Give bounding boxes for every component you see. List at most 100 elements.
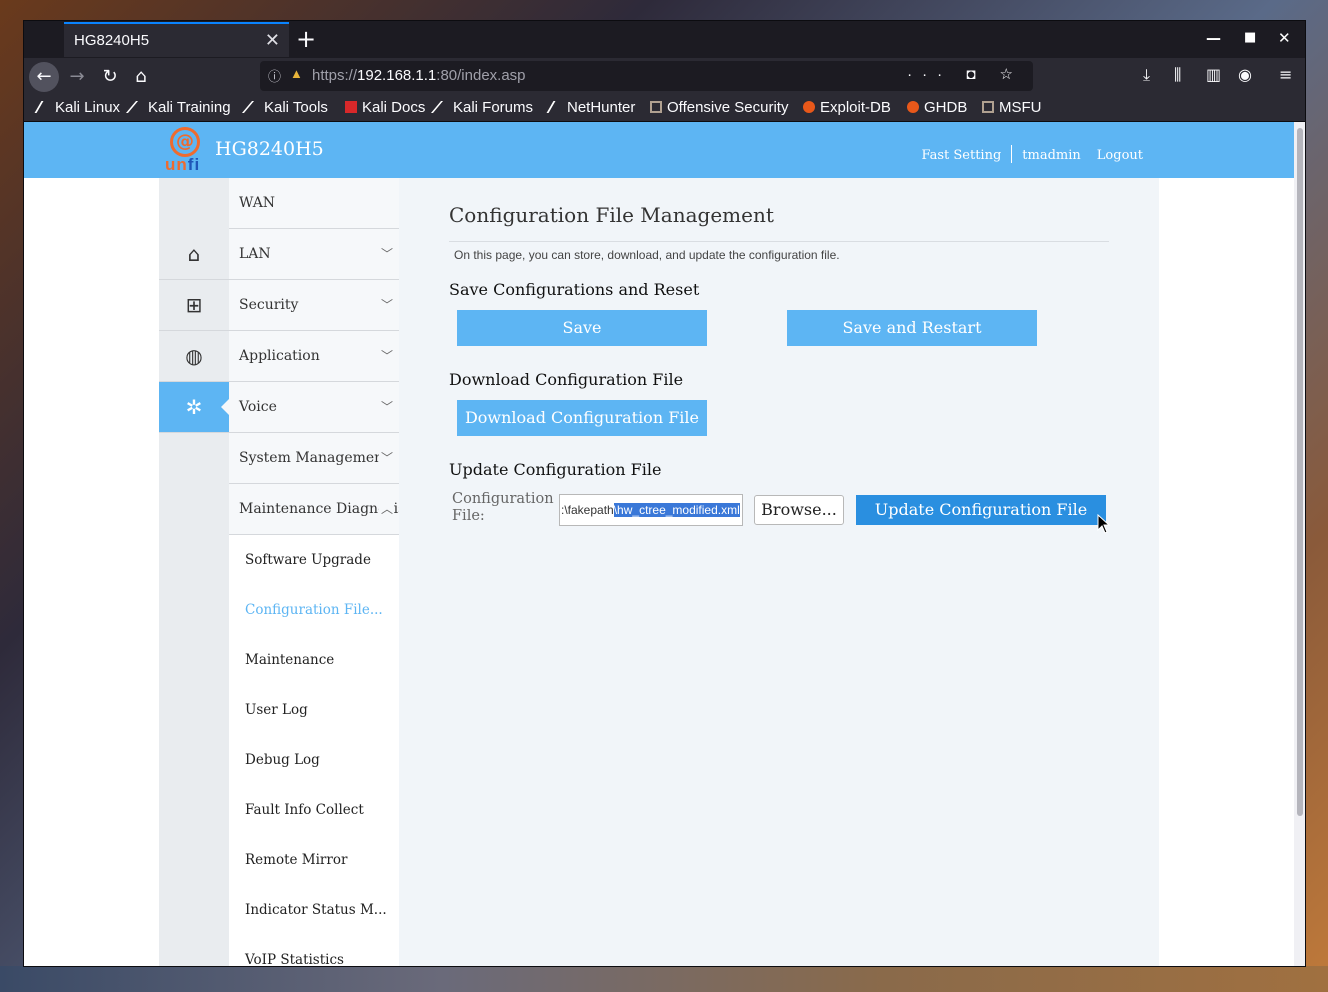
bookmark-item[interactable]: Offensive Security	[650, 99, 788, 116]
router-header: @ unfi HG8240H5 Fast Setting tmadmin Logou…	[24, 122, 1294, 178]
browser-window: HG8240H5 ✕ + — ■ ✕ ← → ↻ ⌂ ⓘ ▲ https://1…	[23, 20, 1306, 967]
url-text[interactable]: https://192.168.1.1:80/index.asp	[312, 67, 526, 84]
bookmark-item[interactable]: Kali Linux	[34, 99, 120, 116]
submenu-debug-log[interactable]: Debug Log	[229, 735, 399, 785]
menu-item-application[interactable]: Application ﹀	[229, 331, 399, 382]
submenu-configuration-file[interactable]: Configuration File...	[229, 585, 399, 635]
menu-item-maintenance-diagnosis[interactable]: Maintenance Diagnosis ︿	[229, 484, 399, 535]
chevron-down-icon: ﹀	[380, 298, 393, 312]
bookmark-item[interactable]: Exploit-DB	[803, 99, 891, 116]
submenu-fault-info-collect[interactable]: Fault Info Collect	[229, 785, 399, 835]
bookmark-item[interactable]: Kali Tools	[241, 99, 328, 116]
tab-title: HG8240H5	[74, 32, 150, 49]
browser-tab[interactable]: HG8240H5 ✕	[64, 22, 289, 57]
page-actions-icon[interactable]: ··· ◘ ☆	[907, 65, 1023, 83]
save-and-restart-button[interactable]: Save and Restart	[787, 310, 1037, 346]
bookmark-item[interactable]: Kali Forums	[430, 99, 533, 116]
kali-icon	[125, 101, 149, 113]
logout-link[interactable]: Logout	[1089, 148, 1151, 163]
menu-item-voice[interactable]: Voice ﹀	[229, 382, 399, 433]
msfu-icon	[982, 101, 994, 113]
page-description: On this page, you can store, download, a…	[454, 248, 840, 262]
chevron-down-icon: ﹀	[380, 400, 393, 414]
divider	[1011, 145, 1013, 163]
window-close-icon[interactable]: ✕	[1278, 29, 1291, 47]
bookmark-item[interactable]: GHDB	[907, 99, 967, 116]
bookmarks-toolbar: Kali Linux Kali Training Kali Tools Kali…	[24, 95, 1305, 122]
device-model: HG8240H5	[215, 138, 324, 160]
medkit-icon[interactable]: ⊞	[159, 280, 229, 331]
menu-item-wan[interactable]: WAN	[229, 178, 399, 229]
unifi-logo-text: unfi	[165, 155, 201, 174]
minimize-icon[interactable]: —	[1206, 29, 1221, 47]
main-content: Configuration File Management On this pa…	[399, 178, 1159, 966]
download-section-heading: Download Configuration File	[449, 370, 684, 389]
update-section-heading: Update Configuration File	[449, 460, 662, 479]
forward-arrow-icon[interactable]: →	[62, 62, 92, 92]
exploit-db-icon	[803, 101, 815, 113]
icon-rail: ⌂ ⊞ ◍ ✲	[159, 178, 229, 966]
offsec-icon	[650, 101, 662, 113]
menu-icon[interactable]: ≡	[1279, 65, 1292, 84]
update-configuration-button[interactable]: Update Configuration File	[856, 495, 1106, 525]
download-configuration-button[interactable]: Download Configuration File	[457, 400, 707, 436]
fast-setting-link[interactable]: Fast Setting	[913, 148, 1009, 163]
close-tab-icon[interactable]: ✕	[265, 30, 280, 51]
user-link[interactable]: tmadmin	[1014, 148, 1088, 163]
menu-item-security[interactable]: Security ﹀	[229, 280, 399, 331]
page-scrollbar[interactable]	[1294, 122, 1305, 966]
back-arrow-icon[interactable]: ←	[29, 62, 59, 92]
configuration-file-label: Configuration File:	[452, 491, 554, 524]
tab-strip: HG8240H5 ✕ + — ■ ✕	[24, 21, 1305, 58]
save-button[interactable]: Save	[457, 310, 707, 346]
submenu-maintenance[interactable]: Maintenance	[229, 635, 399, 685]
docs-icon	[345, 101, 357, 113]
chevron-down-icon: ﹀	[380, 247, 393, 261]
new-tab-icon[interactable]: +	[296, 25, 316, 53]
kali-icon	[241, 101, 265, 113]
chevron-up-icon: ︿	[378, 484, 393, 534]
ghdb-icon	[907, 101, 919, 113]
maximize-icon[interactable]: ■	[1244, 30, 1256, 45]
bookmark-item[interactable]: Kali Docs	[345, 99, 425, 116]
desktop-background	[0, 966, 1328, 992]
gear-icon[interactable]: ✲	[159, 382, 229, 433]
home-icon[interactable]: ⌂	[159, 229, 229, 280]
configuration-file-input[interactable]: :\fakepath\hw_ctree_modified.xml	[559, 494, 743, 526]
bookmark-item[interactable]: NetHunter	[546, 99, 635, 116]
chevron-down-icon: ﹀	[380, 349, 393, 363]
reload-icon[interactable]: ↻	[95, 62, 125, 92]
library-icon[interactable]: ⫼	[1174, 65, 1181, 85]
nethunter-icon	[546, 101, 566, 113]
scrollbar-thumb[interactable]	[1297, 128, 1303, 816]
site-info-icon[interactable]: ⓘ	[268, 66, 281, 85]
submenu-user-log[interactable]: User Log	[229, 685, 399, 735]
unifi-logo-icon: @	[170, 127, 200, 157]
menu-item-system-management[interactable]: System Management ﹀	[229, 433, 399, 484]
header-links: Fast Setting tmadmin Logout	[913, 145, 1151, 163]
insecure-lock-icon[interactable]: ▲	[290, 66, 303, 81]
bookmark-item[interactable]: MSFU	[982, 99, 1042, 116]
downloads-icon[interactable]: ⤓	[1143, 65, 1150, 85]
menu-item-lan[interactable]: LAN ﹀	[229, 229, 399, 280]
kali-icon	[430, 101, 454, 113]
pulse-icon[interactable]: ◍	[159, 331, 229, 382]
browse-button[interactable]: Browse...	[754, 495, 844, 525]
sidebar-icon[interactable]: ▥	[1206, 65, 1221, 84]
mouse-cursor-icon	[1097, 514, 1111, 534]
divider	[449, 241, 1109, 242]
submenu-remote-mirror[interactable]: Remote Mirror	[229, 835, 399, 885]
page-viewport: @ unfi HG8240H5 Fast Setting tmadmin Logou…	[24, 122, 1294, 966]
home-icon[interactable]: ⌂	[126, 62, 156, 92]
submenu-indicator-status[interactable]: Indicator Status M...	[229, 885, 399, 935]
save-section-heading: Save Configurations and Reset	[449, 280, 700, 299]
url-bar[interactable]: ⓘ ▲ https://192.168.1.1:80/index.asp ···…	[260, 61, 1033, 91]
side-menu: WAN LAN ﹀ Security ﹀ Application ﹀ Voice ﹀ S…	[229, 178, 399, 966]
page-title: Configuration File Management	[449, 203, 774, 227]
chevron-down-icon: ﹀	[378, 433, 393, 483]
submenu-voip-statistics[interactable]: VoIP Statistics	[229, 935, 399, 966]
bookmark-item[interactable]: Kali Training	[125, 99, 231, 116]
submenu-software-upgrade[interactable]: Software Upgrade	[229, 535, 399, 585]
account-icon[interactable]: ◉	[1238, 65, 1252, 84]
kali-icon	[34, 101, 54, 113]
